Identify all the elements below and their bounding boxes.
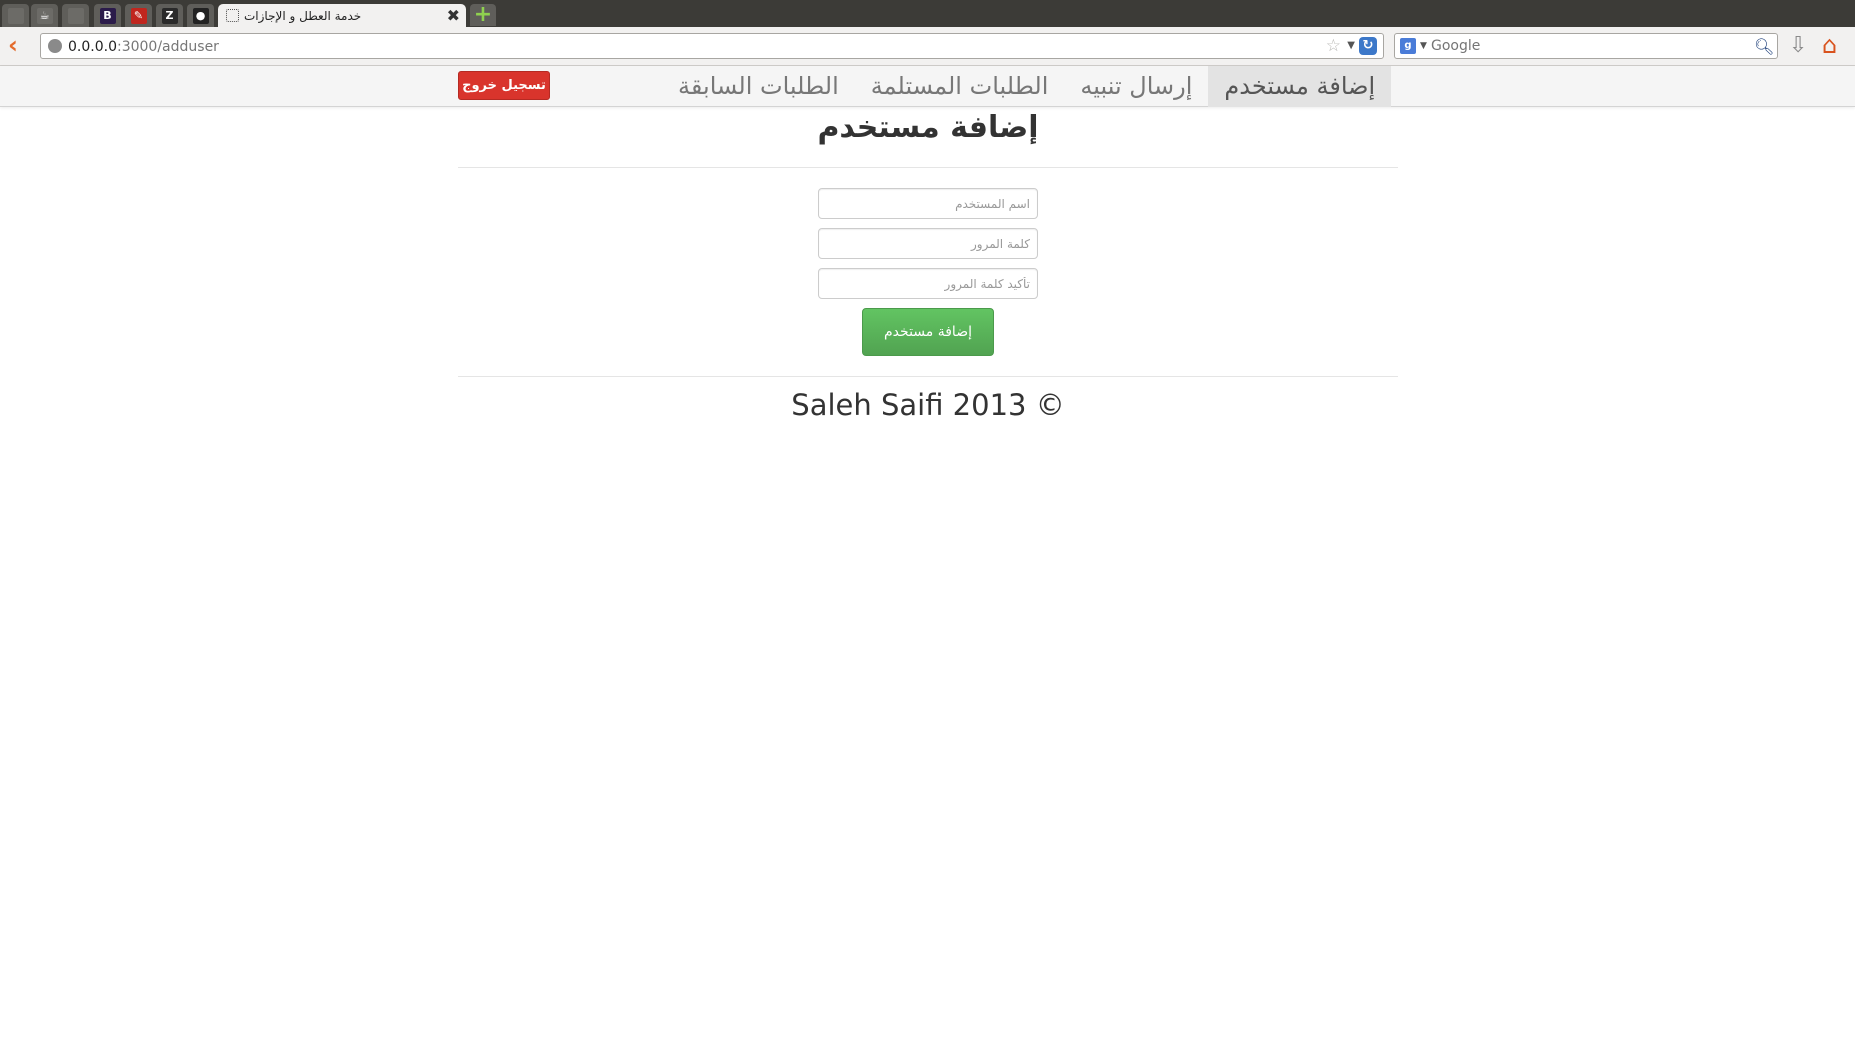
nav-link-previous-requests[interactable]: الطلبات السابقة — [662, 66, 855, 107]
pen-icon: ✎ — [130, 7, 147, 24]
github-icon: ● — [192, 7, 209, 24]
footer-copyright: Saleh Saifi 2013 © — [791, 388, 1065, 422]
nav-link-send-alert[interactable]: إرسال تنبيه — [1064, 66, 1208, 107]
download-arrow-icon[interactable]: ⇩ — [1789, 33, 1813, 59]
page-title: إضافة مستخدم — [817, 110, 1039, 145]
pinned-tab-6[interactable]: Z — [156, 4, 183, 27]
logout-button[interactable]: تسجيل خروج — [458, 71, 550, 100]
zerply-icon: Z — [161, 7, 178, 24]
back-arrow-icon[interactable]: ‹ — [8, 33, 30, 58]
home-icon[interactable]: ⌂ — [1822, 31, 1850, 59]
pinned-tab-favicon-icon — [7, 7, 24, 24]
bookmark-star-icon[interactable]: ☆ — [1326, 36, 1341, 56]
footer-divider — [458, 376, 1398, 377]
close-tab-icon[interactable]: ✖ — [447, 6, 460, 25]
confirm-password-field[interactable] — [818, 268, 1038, 299]
search-icon[interactable]: 🔍︎ — [1754, 37, 1774, 56]
pinned-tab-2[interactable]: ☕ — [31, 4, 58, 27]
bootstrap-icon: B — [99, 7, 116, 24]
search-bar[interactable]: g ▼ 🔍︎ — [1394, 33, 1778, 59]
app-navbar: تسجيل خروج الطلبات السابقة الطلبات المست… — [0, 66, 1855, 107]
active-tab[interactable]: خدمة العطل و الإجازات ✖ — [218, 4, 466, 27]
site-identity-icon[interactable] — [48, 39, 62, 53]
pinned-tab-5[interactable]: ✎ — [125, 4, 152, 27]
nav-link-add-user[interactable]: إضافة مستخدم — [1208, 66, 1392, 107]
pinned-tab-favicon-icon — [67, 7, 84, 24]
pinned-tab-3[interactable] — [62, 4, 89, 27]
nav-link-received-requests[interactable]: الطلبات المستلمة — [855, 66, 1065, 107]
tab-title: خدمة العطل و الإجازات — [244, 9, 362, 23]
engine-dropdown-icon[interactable]: ▼ — [1420, 41, 1427, 51]
pinned-tab-1[interactable] — [2, 4, 29, 27]
pinned-tab-7[interactable]: ● — [187, 4, 214, 27]
title-divider — [458, 167, 1398, 168]
username-field[interactable] — [818, 188, 1038, 219]
new-tab-button[interactable]: + — [470, 4, 496, 26]
address-bar[interactable]: 0.0.0.0:3000/adduser ☆ ▼ ↻ — [40, 33, 1384, 59]
add-user-button[interactable]: إضافة مستخدم — [862, 308, 994, 356]
browser-nav-bar: ‹ 0.0.0.0:3000/adduser ☆ ▼ ↻ g ▼ 🔍︎ ⇩ ⌂ — [0, 27, 1855, 66]
search-input[interactable] — [1431, 37, 1731, 55]
nav-links: الطلبات السابقة الطلبات المستلمة إرسال ت… — [662, 66, 1392, 107]
reload-icon[interactable]: ↻ — [1359, 37, 1377, 55]
browser-tab-bar: ☕ B ✎ Z ● خدمة العطل و الإجازات ✖ + — [0, 0, 1855, 27]
url-history-dropdown-icon[interactable]: ▼ — [1347, 40, 1355, 51]
pinned-tab-favicon-icon: ☕ — [36, 7, 53, 24]
url-text[interactable]: 0.0.0.0:3000/adduser — [68, 39, 219, 55]
pinned-tab-4[interactable]: B — [94, 4, 121, 27]
google-engine-icon[interactable]: g — [1400, 38, 1416, 54]
page-favicon-icon — [226, 9, 239, 22]
password-field[interactable] — [818, 228, 1038, 259]
